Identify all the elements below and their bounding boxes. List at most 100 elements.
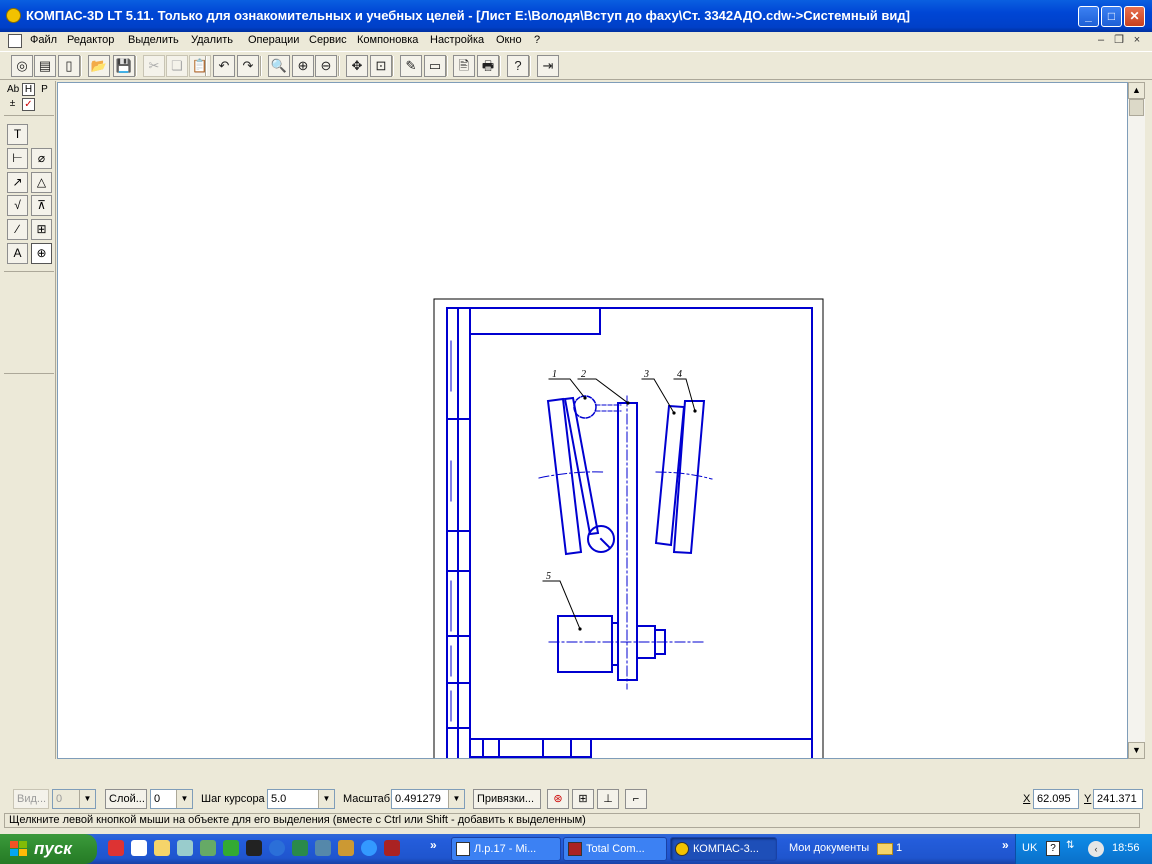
kompas-app-icon[interactable] xyxy=(6,8,21,23)
table-icon[interactable]: ⊞ xyxy=(31,219,52,240)
angular-dimension-icon[interactable]: △ xyxy=(31,172,52,193)
snap-settings-icon[interactable]: ⊛ xyxy=(547,789,569,809)
scale-select[interactable]: 0.491279 ▼ xyxy=(391,789,465,809)
print-icon[interactable]: 🖶 xyxy=(477,55,499,77)
menu-help[interactable]: ? xyxy=(534,34,540,46)
maximize-button[interactable]: □ xyxy=(1101,6,1122,27)
cursor-step-select[interactable]: 5.0 ▼ xyxy=(267,789,335,809)
tolerance-mode-icon[interactable]: ± xyxy=(7,98,18,109)
close-button[interactable]: ✕ xyxy=(1124,6,1145,27)
param-mode-icon[interactable]: P xyxy=(39,84,50,95)
center-mark-icon[interactable]: ⊕ xyxy=(31,243,52,264)
check-mode-icon[interactable]: ✓ xyxy=(22,98,35,111)
chevron-down-icon[interactable]: ▼ xyxy=(318,790,334,808)
menu-service[interactable]: Сервис xyxy=(309,34,347,46)
doc-restore-button[interactable]: ❐ xyxy=(1112,34,1126,48)
menu-window[interactable]: Окно xyxy=(496,34,522,46)
grid-icon[interactable]: ⊞ xyxy=(572,789,594,809)
exit-icon[interactable]: ⇥ xyxy=(537,55,559,77)
quicklaunch-console-icon[interactable] xyxy=(246,840,262,856)
menu-settings[interactable]: Настройка xyxy=(430,34,484,46)
chevron-down-icon[interactable]: ▼ xyxy=(176,790,192,808)
view-button[interactable]: Вид... xyxy=(13,789,49,809)
network-icon[interactable]: ⇅ xyxy=(1066,840,1080,856)
snaps-button[interactable]: Привязки... xyxy=(473,789,541,809)
quicklaunch-diamond-icon[interactable] xyxy=(292,840,308,856)
layer-button[interactable]: Слой... xyxy=(105,789,147,809)
x-coord-field[interactable]: 62.095 xyxy=(1033,789,1079,809)
leader-icon[interactable]: ∕ xyxy=(7,219,28,240)
menu-select[interactable]: Выделить xyxy=(128,34,179,46)
doc-minimize-button[interactable]: – xyxy=(1094,34,1108,48)
quicklaunch-app-icon[interactable] xyxy=(108,840,124,856)
view-select[interactable]: 0 ▼ xyxy=(52,789,96,809)
language-indicator[interactable]: UK xyxy=(1022,842,1037,854)
undo-icon[interactable]: ↶ xyxy=(213,55,235,77)
quicklaunch-network-icon[interactable] xyxy=(177,840,193,856)
preview-icon[interactable]: 🖹 xyxy=(453,55,475,77)
text-mode-icon[interactable]: Ab xyxy=(7,84,19,95)
diameter-dimension-icon[interactable]: ⌀ xyxy=(31,148,52,169)
menu-editor[interactable]: Редактор xyxy=(67,34,114,46)
help-icon[interactable]: ? xyxy=(1046,841,1060,856)
pan-icon[interactable]: ✥ xyxy=(346,55,368,77)
drawing-canvas[interactable]: 1 2 3 4 5 xyxy=(57,82,1128,759)
chevron-down-icon[interactable]: ▼ xyxy=(448,790,464,808)
cut-icon[interactable]: ✂ xyxy=(143,55,165,77)
position-leader-icon[interactable]: A xyxy=(7,243,28,264)
base-mark-icon[interactable]: ⊼ xyxy=(31,195,52,216)
scroll-up-button[interactable]: ▲ xyxy=(1128,82,1145,99)
ortho-mode-icon[interactable]: ⌐ xyxy=(625,789,647,809)
menu-operations[interactable]: Операции xyxy=(248,34,299,46)
menu-file[interactable]: Файл xyxy=(30,34,57,46)
quicklaunch-ie-icon[interactable] xyxy=(269,840,285,856)
task-kompas[interactable]: КОМПАС-3... xyxy=(670,837,777,861)
quicklaunch-folder-icon[interactable] xyxy=(154,840,170,856)
zoom-out-icon[interactable]: ⊖ xyxy=(315,55,337,77)
menu-layout[interactable]: Компоновка xyxy=(357,34,418,46)
document-icon[interactable] xyxy=(8,34,22,48)
menu-delete[interactable]: Удалить xyxy=(191,34,233,46)
new-view-icon[interactable]: ◎ xyxy=(11,55,33,77)
quicklaunch-save-icon[interactable] xyxy=(384,840,400,856)
chevron-down-icon[interactable]: ▼ xyxy=(79,790,95,808)
layer-select[interactable]: 0 ▼ xyxy=(150,789,193,809)
properties-icon[interactable]: ✎ xyxy=(400,55,422,77)
zoom-in-icon[interactable]: ⊕ xyxy=(292,55,314,77)
folder-label[interactable]: 1 xyxy=(896,842,902,854)
dimension-mode-icon[interactable]: H xyxy=(22,83,35,96)
local-cs-icon[interactable]: ⊥ xyxy=(597,789,619,809)
roughness-icon[interactable]: √ xyxy=(7,195,28,216)
copy-icon[interactable]: ❏ xyxy=(166,55,188,77)
text-tool-icon[interactable]: T xyxy=(7,124,28,145)
zoom-window-icon[interactable]: 🔍 xyxy=(268,55,290,77)
task-total-commander[interactable]: Total Com... xyxy=(563,837,667,861)
redo-icon[interactable]: ↷ xyxy=(237,55,259,77)
title-bar[interactable]: КОМПАС-3D LT 5.11. Только для ознакомите… xyxy=(0,0,1152,32)
start-button[interactable]: пуск xyxy=(0,834,97,864)
open-folder-icon[interactable]: 📂 xyxy=(88,55,110,77)
task-word[interactable]: Л.р.17 - Mi... xyxy=(451,837,561,861)
chevron-left-icon[interactable]: ‹ xyxy=(1088,841,1104,857)
doc-close-button[interactable]: × xyxy=(1130,34,1144,48)
new-sheet-icon[interactable]: ▤ xyxy=(34,55,56,77)
save-icon[interactable]: 💾 xyxy=(113,55,135,77)
quicklaunch-notepad-icon[interactable] xyxy=(131,840,147,856)
layers-icon[interactable]: ▭ xyxy=(424,55,446,77)
quicklaunch-player-icon[interactable] xyxy=(361,840,377,856)
scroll-down-button[interactable]: ▼ xyxy=(1128,742,1145,759)
quicklaunch-green-icon[interactable] xyxy=(223,840,239,856)
vertical-scrollbar[interactable]: ▲ ▼ xyxy=(1128,82,1145,759)
linear-dimension-icon[interactable]: ⊢ xyxy=(7,148,28,169)
scroll-thumb[interactable] xyxy=(1129,99,1144,116)
paste-icon[interactable]: 📋 xyxy=(189,55,211,77)
quicklaunch-tool-icon[interactable] xyxy=(315,840,331,856)
my-documents-toolbar[interactable]: Мои документы xyxy=(789,842,869,854)
quicklaunch-globe-icon[interactable] xyxy=(200,840,216,856)
context-help-icon[interactable]: ? xyxy=(507,55,529,77)
zoom-fit-icon[interactable]: ⊡ xyxy=(370,55,392,77)
quicklaunch-more-icon[interactable]: » xyxy=(430,838,437,852)
minimize-button[interactable]: _ xyxy=(1078,6,1099,27)
radius-dimension-icon[interactable]: ↗ xyxy=(7,172,28,193)
taskbar-more-icon[interactable]: » xyxy=(1002,838,1009,852)
